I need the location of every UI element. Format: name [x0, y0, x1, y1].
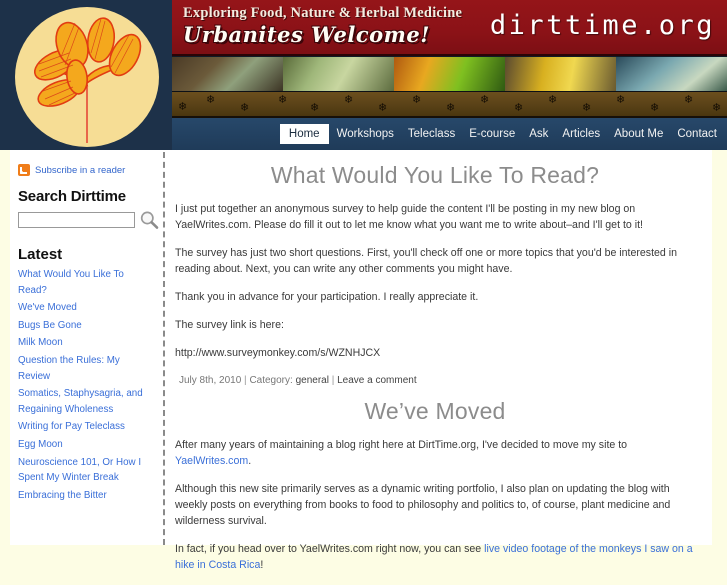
post-paragraph: In fact, if you head over to YaelWrites.… [175, 543, 693, 571]
post-paragraph: The survey has just two short questions.… [175, 247, 678, 275]
sidebar: Subscribe in a reader Search Dirttime La… [10, 150, 162, 545]
nav-item-contact[interactable]: Contact [671, 124, 723, 144]
list-item: Question the Rules: My Review [18, 353, 154, 384]
post-paragraph: Although this new site primarily serves … [175, 483, 671, 527]
inline-link[interactable]: YaelWrites.com [175, 455, 248, 467]
latest-post-link[interactable]: Question the Rules: My Review [18, 353, 154, 384]
post-category-label: Category: [249, 375, 293, 386]
post-date: July 8th, 2010 [179, 375, 242, 386]
paw-print-icon: ❄ [514, 102, 524, 114]
site-name: dirttime.org [489, 10, 715, 41]
leaf-logo-icon [33, 17, 142, 143]
nav-item-teleclass[interactable]: Teleclass [402, 124, 461, 144]
list-item: Neuroscience 101, Or How I Spent My Wint… [18, 455, 154, 486]
list-item: We've Moved [18, 300, 154, 316]
post-paragraph: I just put together an anonymous survey … [175, 203, 643, 231]
photo-thumb [505, 57, 616, 91]
photo-thumb [394, 57, 505, 91]
paw-print-band: ❄ ❄ ❄ ❄ ❄ ❄ ❄ ❄ ❄ ❄ ❄ ❄ ❄ ❄ ❄ ❄ ❄ [172, 92, 727, 118]
nav-item-home[interactable]: Home [279, 124, 329, 144]
paw-print-icon: ❄ [240, 102, 250, 114]
latest-post-link[interactable]: Egg Moon [18, 437, 154, 453]
list-item: What Would You Like To Read? [18, 267, 154, 298]
photo-thumb [172, 57, 283, 91]
latest-post-link[interactable]: Somatics, Staphysagria, and Regaining Wh… [18, 386, 154, 417]
post-paragraph: After many years of maintaining a blog r… [175, 439, 628, 467]
nav-item-list: Home Workshops Teleclass E-course Ask Article… [279, 118, 724, 150]
paw-print-icon: ❄ [548, 94, 558, 106]
latest-post-link[interactable]: Milk Moon [18, 335, 154, 351]
inline-link[interactable]: live video footage of the monkeys I saw … [175, 543, 693, 571]
paw-print-icon: ❄ [712, 102, 722, 114]
latest-posts-list: What Would You Like To Read? We've Moved B… [16, 267, 156, 503]
main-navigation: Home Workshops Teleclass E-course Ask Article… [172, 118, 727, 150]
post-meta: July 8th, 2010 | Category: general | Lea… [179, 375, 695, 386]
latest-heading: Latest [18, 246, 63, 263]
paw-print-icon: ❄ [684, 94, 694, 106]
latest-post-link[interactable]: We've Moved [18, 300, 154, 316]
site-welcome-text: Urbanites Welcome! [183, 22, 430, 47]
latest-post-link[interactable]: Bugs Be Gone [18, 318, 154, 334]
latest-post-link[interactable]: Embracing the Bitter [18, 488, 154, 504]
nature-photo-strip [172, 56, 727, 93]
banner-headline-bar: Exploring Food, Nature & Herbal Medicine… [172, 0, 727, 56]
latest-post-link[interactable]: Writing for Pay Teleclass [18, 419, 154, 435]
blog-post: We’ve Moved After many years of maintain… [175, 398, 695, 573]
list-item: Writing for Pay Teleclass [18, 419, 154, 435]
search-input[interactable] [18, 212, 135, 228]
list-item: Somatics, Staphysagria, and Regaining Wh… [18, 386, 154, 417]
leave-comment-link[interactable]: Leave a comment [337, 375, 417, 386]
paw-print-icon: ❄ [178, 101, 188, 113]
site-logo-panel[interactable] [0, 0, 172, 150]
paw-print-icon: ❄ [616, 94, 626, 106]
content-canvas: Subscribe in a reader Search Dirttime La… [10, 150, 712, 571]
post-paragraph: The survey link is here: [175, 319, 284, 331]
nav-item-articles[interactable]: Articles [556, 124, 606, 144]
latest-post-link[interactable]: Neuroscience 101, Or How I Spent My Wint… [18, 455, 154, 486]
photo-thumb [616, 57, 727, 91]
paw-print-icon: ❄ [378, 102, 388, 114]
paw-print-icon: ❄ [412, 94, 422, 106]
site-header: Exploring Food, Nature & Herbal Medicine… [0, 0, 727, 150]
paw-print-icon: ❄ [344, 94, 354, 106]
rss-subscribe-row[interactable]: Subscribe in a reader [18, 164, 156, 176]
rss-subscribe-link[interactable]: Subscribe in a reader [35, 165, 125, 176]
post-title: What Would You Like To Read? [270, 162, 600, 188]
search-row [18, 210, 159, 230]
site-tagline: Exploring Food, Nature & Herbal Medicine [183, 5, 463, 21]
nav-item-workshops[interactable]: Workshops [331, 124, 400, 144]
paw-print-icon: ❄ [278, 94, 288, 106]
paw-print-icon: ❄ [480, 94, 490, 106]
nav-item-about-me[interactable]: About Me [608, 124, 669, 144]
paw-print-icon: ❄ [650, 102, 660, 114]
nav-item-e-course[interactable]: E-course [463, 124, 521, 144]
main-column: What Would You Like To Read? I just put … [175, 150, 701, 585]
page-content: Subscribe in a reader Search Dirttime La… [0, 150, 727, 571]
paw-print-icon: ❄ [310, 102, 320, 114]
post-category-link[interactable]: general [296, 375, 329, 386]
rss-feed-icon[interactable] [18, 164, 30, 176]
list-item: Embracing the Bitter [18, 488, 154, 504]
page-root: Exploring Food, Nature & Herbal Medicine… [0, 0, 727, 571]
photo-thumb [283, 57, 394, 91]
paw-print-icon: ❄ [206, 94, 216, 106]
list-item: Bugs Be Gone [18, 318, 154, 334]
blog-post: What Would You Like To Read? I just put … [175, 162, 695, 386]
paw-print-icon: ❄ [446, 102, 456, 114]
search-icon[interactable] [139, 210, 159, 230]
list-item: Milk Moon [18, 335, 154, 351]
nav-item-ask[interactable]: Ask [523, 124, 554, 144]
search-heading: Search Dirttime [18, 188, 126, 205]
post-title: We’ve Moved [364, 398, 506, 424]
paw-print-icon: ❄ [582, 102, 592, 114]
site-banner: Exploring Food, Nature & Herbal Medicine… [172, 0, 727, 150]
post-survey-url[interactable]: http://www.surveymonkey.com/s/WZNHJCX [175, 345, 695, 361]
list-item: Egg Moon [18, 437, 154, 453]
column-divider [163, 152, 165, 545]
latest-post-link[interactable]: What Would You Like To Read? [18, 267, 154, 298]
post-paragraph: Thank you in advance for your participat… [175, 291, 479, 303]
